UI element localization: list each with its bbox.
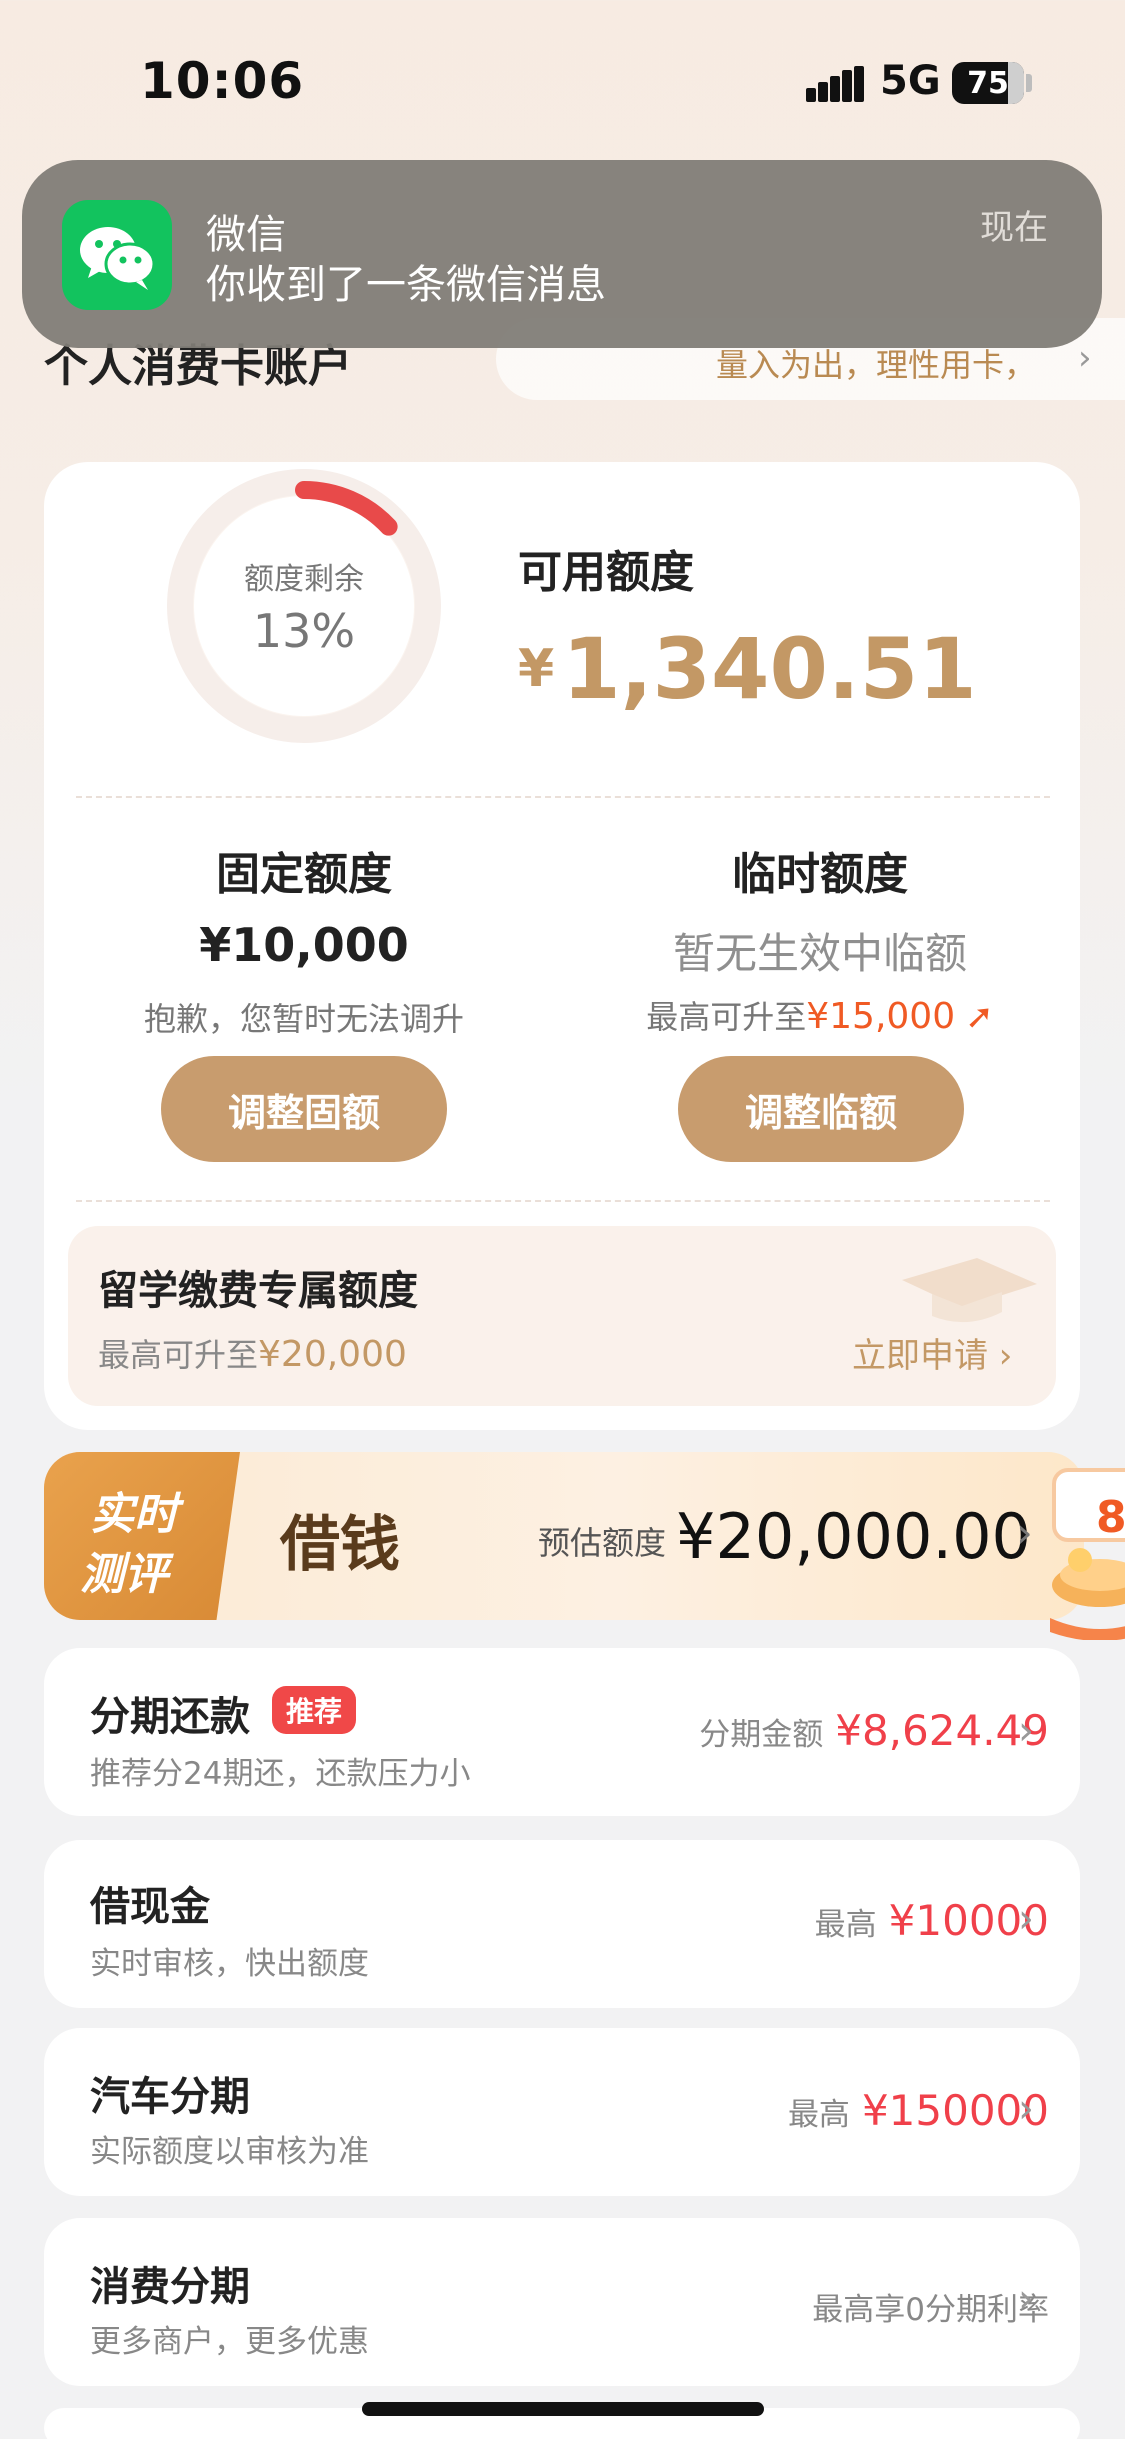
notification-time: 现在: [980, 208, 1048, 248]
chevron-right-icon: ›: [1016, 1508, 1033, 1557]
temp-note-value: ¥15,000: [806, 996, 956, 1037]
notification-message: 你收到了一条微信消息: [206, 262, 606, 308]
ring-percent: 13%: [252, 604, 356, 658]
study-note-prefix: 最高可升至: [98, 1336, 259, 1374]
chevron-right-icon: ›: [1018, 1896, 1034, 1942]
row-title: 消费分期: [90, 2264, 250, 2310]
study-note-value: ¥20,000: [258, 1334, 407, 1375]
row-subtitle: 实时审核，快出额度: [90, 1946, 369, 1982]
home-indicator[interactable]: [362, 2402, 764, 2416]
cellular-signal-icon: [806, 66, 864, 102]
ring-label: 额度剩余: [244, 562, 364, 597]
fixed-limit-note: 抱歉，您暂时无法调升: [143, 1000, 464, 1038]
fixed-limit-title: 固定额度: [216, 849, 392, 900]
promo-gift-icon: 8: [1050, 1468, 1125, 1640]
chevron-right-icon: ›: [1078, 338, 1092, 378]
adjust-fixed-limit-button[interactable]: 调整固额: [161, 1056, 447, 1162]
row-right-value: ¥8,624.49: [835, 1706, 1049, 1755]
fixed-limit-value: ¥10,000: [199, 918, 409, 972]
estimated-limit-label: 预估额度: [538, 1524, 667, 1562]
row-title: 分期还款: [90, 1694, 250, 1740]
apply-now-link[interactable]: 立即申请 ›: [852, 1328, 1012, 1377]
row-right-info: 最高享0分期利率: [812, 2284, 1049, 2329]
arrow-up-icon: ➚: [965, 997, 994, 1037]
available-amount: 1,340.51: [562, 620, 977, 718]
row-right-label: 最高享0分期利率: [812, 2292, 1049, 2328]
promo-digit: 8: [1096, 1492, 1125, 1543]
tag-line-1: 实时: [90, 1489, 178, 1540]
recommend-badge: 推荐: [272, 1686, 357, 1734]
wechat-app-icon: [62, 200, 172, 310]
row-right-label: 最高: [787, 2097, 850, 2133]
tag-line-2: 测评: [80, 1549, 168, 1600]
available-limit-label: 可用额度: [518, 547, 694, 598]
currency-symbol: ¥: [518, 639, 555, 699]
study-abroad-title: 留学缴费专属额度: [98, 1268, 418, 1314]
graduation-cap-icon: [902, 1258, 1037, 1323]
temp-limit-value: 暂无生效中临额: [672, 929, 967, 978]
loan-title: 借钱: [280, 1510, 400, 1580]
battery-tip: [1026, 74, 1032, 92]
temp-limit-note: 最高可升至¥15,000 ➚: [630, 992, 1010, 1038]
row-right-label: 分期金额: [699, 1717, 824, 1753]
row-right-label: 最高: [814, 1907, 877, 1943]
available-limit-value: ¥1,340.51: [518, 620, 977, 718]
study-abroad-note: 最高可升至¥20,000: [98, 1330, 407, 1376]
row-title: 汽车分期: [90, 2074, 250, 2120]
adjust-temp-limit-button[interactable]: 调整临额: [678, 1056, 964, 1162]
temp-note-prefix: 最高可升至: [646, 998, 807, 1036]
row-subtitle: 实际额度以审核为准: [90, 2134, 369, 2170]
chevron-right-icon: ›: [1018, 1708, 1034, 1754]
row-right-info: 最高 ¥10000: [815, 1896, 1049, 1945]
divider: [76, 796, 1050, 798]
battery-icon: 75: [952, 62, 1024, 104]
row-subtitle: 推荐分24期还，还款压力小: [90, 1756, 471, 1792]
battery-level: 75: [967, 65, 1009, 101]
network-type: 5G: [880, 58, 941, 104]
row-title: 借现金: [90, 1884, 210, 1930]
divider: [76, 1200, 1050, 1202]
row-right-info: 分期金额 ¥8,624.49: [699, 1706, 1049, 1755]
row-subtitle: 更多商户，更多优惠: [90, 2324, 369, 2360]
estimated-limit-value: ¥20,000.00: [676, 1500, 1031, 1573]
row-right-info: 最高 ¥150000: [788, 2086, 1049, 2135]
temp-limit-title: 临时额度: [732, 849, 908, 900]
status-time: 10:06: [140, 52, 305, 110]
chevron-right-icon: ›: [1018, 2086, 1034, 2132]
chevron-right-icon: ›: [1018, 2276, 1034, 2322]
